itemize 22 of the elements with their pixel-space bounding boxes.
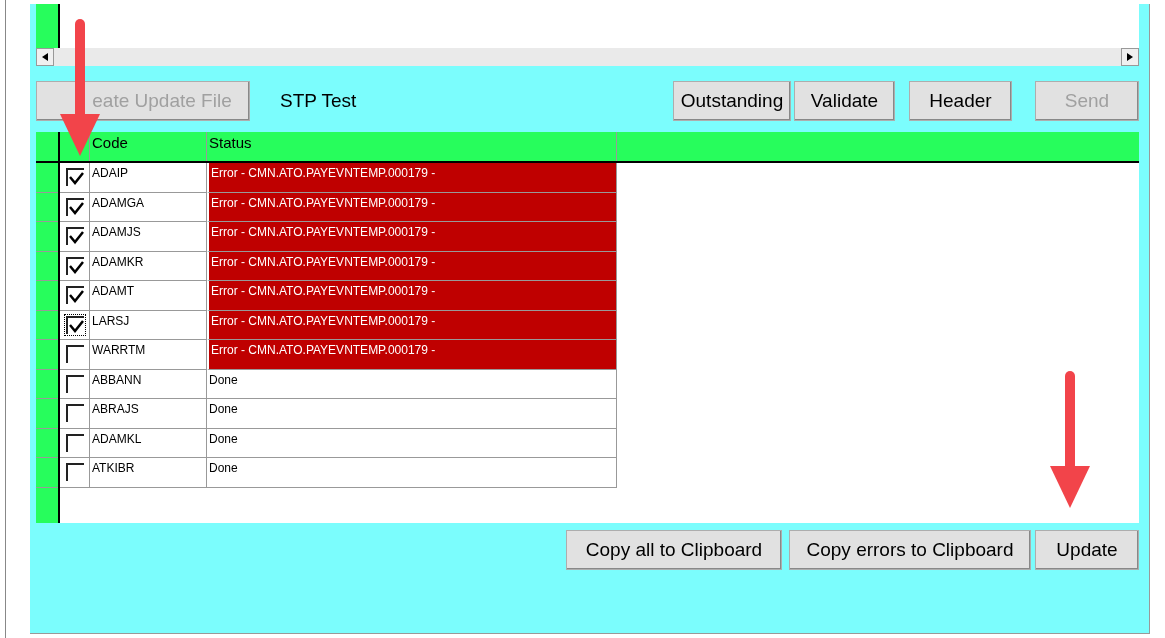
status-cell: Done [207,369,617,399]
action-button[interactable]: Validate [794,81,895,121]
scroll-right-icon[interactable] [1121,48,1139,66]
status-cell: Done [207,428,617,458]
status-cell: Done [207,399,617,429]
status-cell: Error - CMN.ATO.PAYEVNTEMP.000179 - [207,310,617,340]
status-cell: Error - CMN.ATO.PAYEVNTEMP.000179 - [207,281,617,311]
action-button[interactable]: Update [1035,530,1139,570]
status-cell: Error - CMN.ATO.PAYEVNTEMP.000179 - [207,163,617,193]
action-button[interactable]: Copy errors to Clipboard [789,530,1031,570]
status-cell: Error - CMN.ATO.PAYEVNTEMP.000179 - [207,192,617,222]
action-button[interactable]: Header [909,81,1012,121]
action-button[interactable]: Copy all to Clipboard [566,530,782,570]
stp-label: STP Test [280,88,357,113]
status-cell: Error - CMN.ATO.PAYEVNTEMP.000179 - [207,251,617,281]
scroll-left-icon[interactable] [36,48,54,66]
status-cell: Error - CMN.ATO.PAYEVNTEMP.000179 - [207,222,617,252]
horizontal-scrollbar[interactable] [36,48,1139,66]
action-button[interactable]: Outstanding [673,81,791,121]
column-header[interactable]: Status [207,132,617,161]
status-cell: Done [207,458,617,488]
status-cell: Error - CMN.ATO.PAYEVNTEMP.000179 - [207,340,617,370]
